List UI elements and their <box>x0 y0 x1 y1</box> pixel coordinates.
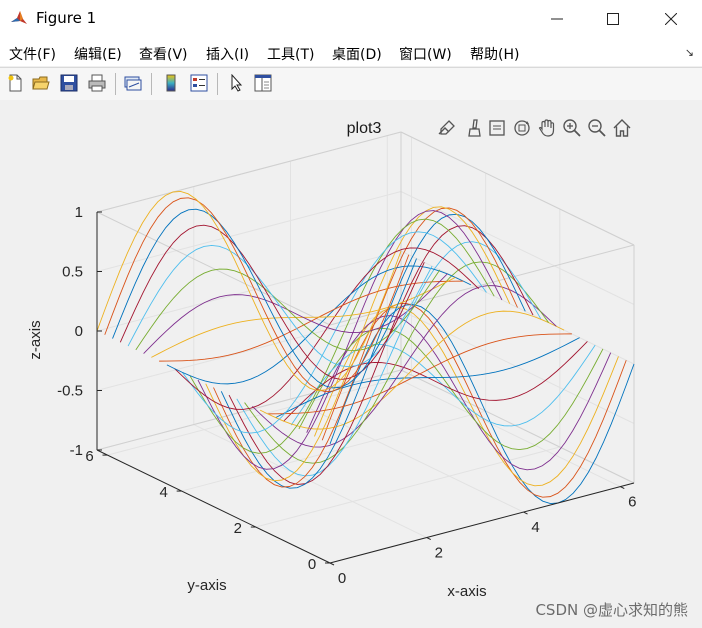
chart-title: plot3 <box>347 120 382 137</box>
link-plot-icon[interactable] <box>122 72 144 94</box>
z-tick-label: 0.5 <box>62 264 83 281</box>
x-tick-label: 0 <box>338 570 346 587</box>
x-tick-mark <box>329 562 335 566</box>
figure-toolbar <box>0 67 702 101</box>
plot3-chart[interactable]: plot3 x-axis y-axis z-axis 02460246-1-0.… <box>0 100 702 628</box>
dock-arrow-icon[interactable]: ↘ <box>685 46 694 59</box>
property-editor-icon[interactable] <box>252 72 274 94</box>
y-tick-label: 0 <box>308 556 316 573</box>
grid-line <box>387 373 621 488</box>
series-line-29 <box>112 208 417 389</box>
series-line-26 <box>135 268 441 352</box>
menu-bar: 文件(F) 编辑(E) 查看(V) 插入(I) 工具(T) 桌面(D) 窗口(W… <box>0 38 702 66</box>
x-tick-mark <box>620 486 625 490</box>
series-line-8 <box>275 337 580 419</box>
y-tick-label: 6 <box>85 448 93 465</box>
menu-window[interactable]: 窗口(W) <box>399 44 452 64</box>
series-line-1 <box>329 304 635 504</box>
box-edge <box>400 369 635 484</box>
maximize-button[interactable] <box>584 0 642 38</box>
menu-insert[interactable]: 插入(I) <box>206 44 249 64</box>
z-tick-label: 0 <box>75 323 83 340</box>
x-tick-label: 2 <box>435 545 443 562</box>
toolbar-separator <box>115 73 116 95</box>
maximize-icon <box>607 13 619 25</box>
window-title: Figure 1 <box>36 9 97 27</box>
x-tick-label: 4 <box>531 519 539 536</box>
new-figure-icon[interactable] <box>4 72 26 94</box>
watermark: CSDN @虚心求知的熊 <box>535 601 688 619</box>
series-line-31 <box>96 191 402 391</box>
save-icon[interactable] <box>58 72 80 94</box>
tick-labels: 02460246-1-0.500.51 <box>57 204 636 587</box>
y-axis-label: y-axis <box>187 577 226 594</box>
minimize-icon <box>551 18 563 20</box>
y-tick-label: 2 <box>234 520 242 537</box>
x-axis-label: x-axis <box>447 583 486 600</box>
box-edge <box>400 131 635 246</box>
menu-desktop[interactable]: 桌面(D) <box>332 44 382 64</box>
box-edge <box>329 244 635 326</box>
menu-view[interactable]: 查看(V) <box>139 44 188 64</box>
series-lines <box>96 191 635 504</box>
y-tick-label: 4 <box>159 484 167 501</box>
menu-edit[interactable]: 编辑(E) <box>74 44 122 64</box>
grid-line <box>290 398 524 513</box>
menu-file[interactable]: 文件(F) <box>9 44 56 64</box>
title-bar: Figure 1 <box>0 0 702 38</box>
close-button[interactable] <box>642 0 700 38</box>
box-edge <box>96 369 402 451</box>
z-tick-label: 1 <box>75 204 83 221</box>
menu-tools[interactable]: 工具(T) <box>267 44 314 64</box>
toolbar-separator <box>217 73 218 95</box>
close-icon <box>665 13 677 25</box>
toolbar-separator <box>151 73 152 95</box>
x-tick-label: 6 <box>628 494 636 511</box>
legend-icon[interactable] <box>188 72 210 94</box>
y-axis-line <box>96 449 331 564</box>
minimize-button[interactable] <box>528 0 586 38</box>
box-edge <box>96 131 402 213</box>
z-tick-label: -1 <box>70 442 83 459</box>
print-icon[interactable] <box>86 72 108 94</box>
series-line-27 <box>127 244 433 368</box>
matlab-logo-icon <box>10 9 28 27</box>
menu-help[interactable]: 帮助(H) <box>470 44 519 64</box>
series-line-14 <box>228 225 534 485</box>
z-tick-label: -0.5 <box>57 383 83 400</box>
series-line-18 <box>197 210 503 470</box>
open-file-icon[interactable] <box>30 72 52 94</box>
select-arrow-icon[interactable] <box>225 72 247 94</box>
box-edge <box>96 211 331 326</box>
series-line-28 <box>119 224 425 380</box>
x-tick-mark <box>426 537 431 540</box>
colorbar-icon[interactable] <box>160 72 182 94</box>
grid-line <box>96 191 402 272</box>
x-tick-mark <box>523 511 528 515</box>
z-axis-label: z-axis <box>27 320 44 359</box>
